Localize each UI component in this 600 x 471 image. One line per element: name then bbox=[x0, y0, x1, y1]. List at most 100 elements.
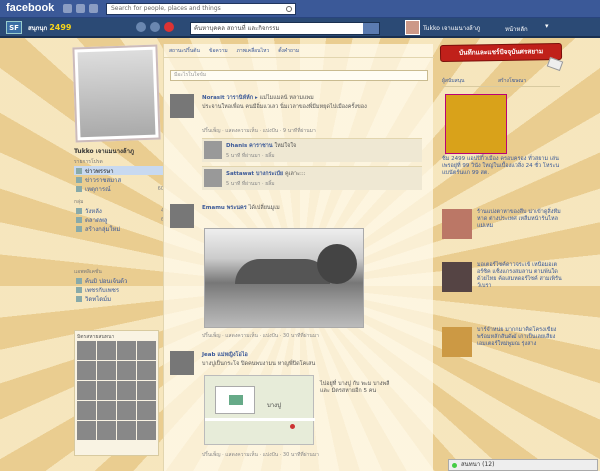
app-name: สนุกนุก 2499 bbox=[28, 23, 72, 33]
comment-meta[interactable]: 5 นาที ที่ผ่านมา · ยลิ้ม bbox=[226, 152, 275, 160]
profile-name[interactable]: Tukko เจาแมนางล้าภู bbox=[74, 146, 164, 156]
friend-avatar[interactable] bbox=[117, 381, 136, 400]
post-text: ประจานใหอเพื่อน คนมีอิ่มแวเลว นิ่มเวลาขอ… bbox=[202, 104, 367, 110]
place-icon bbox=[229, 395, 243, 405]
nav-avatar bbox=[405, 20, 420, 35]
notifications-icon[interactable] bbox=[89, 4, 98, 13]
friend-requests-icon[interactable] bbox=[63, 4, 72, 13]
create-ad-link[interactable]: สร้างโฆษณา bbox=[498, 77, 526, 85]
search-button[interactable] bbox=[363, 23, 379, 34]
sponsored-ad[interactable]: บาร์จำหน่ย มากกมาคิดโครงเขียง พร้อมหลักส… bbox=[442, 327, 564, 372]
sponsored-ad[interactable]: มอเตอร์ไซค์ดาวจระเข้ เหนือมอเตอร์ซิค แซ็… bbox=[442, 262, 564, 317]
plus-icon bbox=[76, 225, 82, 232]
notifications-icon[interactable] bbox=[164, 22, 174, 32]
friend-avatar[interactable] bbox=[137, 381, 156, 400]
chat-bar[interactable]: สนทนา (12) bbox=[448, 459, 598, 471]
chevron-down-icon[interactable]: ▾ bbox=[545, 22, 555, 32]
friend-avatar[interactable] bbox=[137, 361, 156, 380]
avatar[interactable] bbox=[170, 204, 194, 228]
friend-avatar[interactable] bbox=[77, 361, 96, 380]
friend-avatar[interactable] bbox=[97, 421, 116, 440]
photo-tree bbox=[317, 244, 357, 284]
friend-avatar[interactable] bbox=[97, 341, 116, 360]
comment-author[interactable]: Sattawat บางกระเป๋ย คูเลาะ::: bbox=[226, 170, 306, 178]
app-name-text: สนุกนุก bbox=[28, 25, 48, 32]
comment-meta[interactable]: 5 นาที ที่ผ่านมา · ยลิ้ม bbox=[226, 180, 275, 188]
app-search-input[interactable]: ค้นหาบุคคล สถานที่ และกิจกรรม bbox=[190, 22, 380, 35]
post-author[interactable]: Norasit วารานิห์ห์ก ▸ แม่ไมแมลน้ หลามแพม bbox=[202, 94, 314, 102]
commenter-name: Dhanis คาราชาน bbox=[226, 143, 273, 149]
friend-avatar[interactable] bbox=[77, 421, 96, 440]
post-actions[interactable]: ปริ้นเพ็ญ · แสดงความเห็น · แบ่งปัน · 30 … bbox=[202, 332, 319, 340]
map-popup bbox=[215, 386, 255, 414]
friend-avatar[interactable] bbox=[77, 381, 96, 400]
author-name: Norasit วารานิห์ห์ก bbox=[202, 95, 254, 101]
post-actions[interactable]: ปริ้นเพ็ญ · แสดงความเห็น · แบ่งปัน · 9 น… bbox=[202, 127, 316, 135]
avatar[interactable] bbox=[204, 169, 222, 187]
feed-post: Emamu พระนคร ได้เปลี่ยนมูเม ปริ้นเพ็ญ · … bbox=[170, 204, 428, 344]
home-link[interactable]: หน้าหลัก bbox=[505, 24, 528, 34]
checkin-map[interactable]: บางปู bbox=[204, 375, 315, 445]
status-composer-input[interactable]: มีอะไรในใจข้ม bbox=[170, 70, 428, 81]
friend-avatar[interactable] bbox=[77, 401, 96, 420]
post-photo[interactable] bbox=[204, 228, 364, 328]
friend-avatar[interactable] bbox=[97, 381, 116, 400]
avatar[interactable] bbox=[204, 141, 222, 159]
sponsored-ad[interactable]: ร้านแบ่งตาหาของลึบ น่าเข้าดูสิ่งทีมหาด ต… bbox=[442, 209, 564, 249]
friend-avatar[interactable] bbox=[117, 421, 136, 440]
comment-text: ใหม่ใจใจ bbox=[274, 143, 297, 149]
friend-avatar[interactable] bbox=[137, 341, 156, 360]
apps-menu: ค้นมิ ปอนเจ้นด้ว เพชรกับเพชร วิดทไดม์ม bbox=[74, 276, 164, 303]
friend-avatar[interactable] bbox=[137, 401, 156, 420]
composer-tabs: สถานะปริ้นต้น ข้อความ ภาพเคลื่อนไหว ตั้ง… bbox=[164, 44, 434, 58]
feed-post: Norasit วารานิห์ห์ก ▸ แม่ไมแมลน้ หลามแพม… bbox=[170, 94, 428, 199]
author-name: Emamu พระนคร bbox=[202, 205, 247, 211]
friends-icon[interactable] bbox=[136, 22, 146, 32]
comment: Dhanis คาราชาน ใหม่ใจใจ 5 นาที ที่ผ่านมา… bbox=[202, 138, 422, 162]
ad-text[interactable]: ชิม 2499 แอปปิกิ้วเมือง ครอบครอง ทั่วสยา… bbox=[442, 156, 564, 177]
tab-question[interactable]: ตั้งคำถาม bbox=[278, 47, 299, 55]
post-author[interactable]: Jeab แม่หญิงโอไอ bbox=[202, 351, 248, 359]
sidebar-item-events[interactable]: เหตุการณ์ 60 bbox=[74, 184, 164, 193]
fb-search-input[interactable]: Search for people, places and things bbox=[106, 3, 296, 15]
facebook-top-bar: facebook Search for people, places and t… bbox=[0, 0, 600, 18]
tab-photo[interactable]: ข้อความ bbox=[209, 47, 228, 55]
profile-picture[interactable] bbox=[72, 44, 161, 143]
chat-friends-box: มิตรสหายสนทนา bbox=[74, 330, 159, 456]
diamond-icon bbox=[76, 286, 82, 293]
chat-label: สนทนา (12) bbox=[461, 461, 495, 468]
ads-title: ผู้สนับสนุน bbox=[442, 78, 465, 84]
post-author[interactable]: Emamu พระนคร ได้เปลี่ยนมูเม bbox=[202, 204, 280, 212]
promo-banner[interactable]: บันทึกและแชร์ปัจจุบันศรสยาม bbox=[439, 42, 563, 63]
ad-image[interactable] bbox=[445, 94, 507, 154]
tab-video[interactable]: ภาพเคลื่อนไหว bbox=[237, 47, 270, 55]
sidebar-item-create-group[interactable]: สร้างกลุ่มใหม่ bbox=[74, 224, 164, 233]
messages-icon[interactable] bbox=[76, 4, 85, 13]
friend-avatar[interactable] bbox=[117, 341, 136, 360]
facebook-logo[interactable]: facebook bbox=[6, 2, 54, 14]
feed-post: Jeab แม่หญิงโอไอ บางปูเป็นกระโจ ปิดคนพบง… bbox=[170, 351, 428, 466]
post-actions[interactable]: ปริ้นเพ็ญ · แสดงความเห็น · แบ่งปัน · 30 … bbox=[202, 451, 319, 459]
comment-text: คูเลาะ::: bbox=[285, 171, 306, 177]
messages-icon[interactable] bbox=[150, 22, 160, 32]
friend-avatar[interactable] bbox=[117, 361, 136, 380]
friend-avatar[interactable] bbox=[77, 341, 96, 360]
ad-description: บาร์จำหน่ย มากกมาคิดโครงเขียง พร้อมหลักส… bbox=[477, 327, 557, 347]
friend-avatar[interactable] bbox=[117, 401, 136, 420]
friend-avatar[interactable] bbox=[97, 401, 116, 420]
sidebar-item-app-3[interactable]: วิดทไดม์ม bbox=[74, 294, 164, 303]
search-icon[interactable] bbox=[286, 6, 292, 12]
friend-avatar[interactable] bbox=[97, 361, 116, 380]
app-nav-bar: SF สนุกนุก 2499 ค้นหาบุคคล สถานที่ และกิ… bbox=[0, 18, 600, 38]
sidebar-item-label: เหตุการณ์ bbox=[85, 185, 111, 193]
avatar[interactable] bbox=[170, 94, 194, 118]
jewel-icons bbox=[63, 4, 98, 13]
friend-avatar[interactable] bbox=[137, 421, 156, 440]
app-logo[interactable]: SF bbox=[6, 21, 22, 34]
comment-author[interactable]: Dhanis คาราชาน ใหม่ใจใจ bbox=[226, 142, 296, 150]
nav-user[interactable]: Tukko เจาแมนางล้าภู bbox=[405, 20, 480, 35]
post-target: แม่ไมแมลน้ หลามแพม bbox=[259, 95, 314, 101]
tab-status[interactable]: สถานะปริ้นต้น bbox=[169, 47, 200, 55]
avatar[interactable] bbox=[170, 351, 194, 375]
group-icon bbox=[76, 207, 82, 214]
